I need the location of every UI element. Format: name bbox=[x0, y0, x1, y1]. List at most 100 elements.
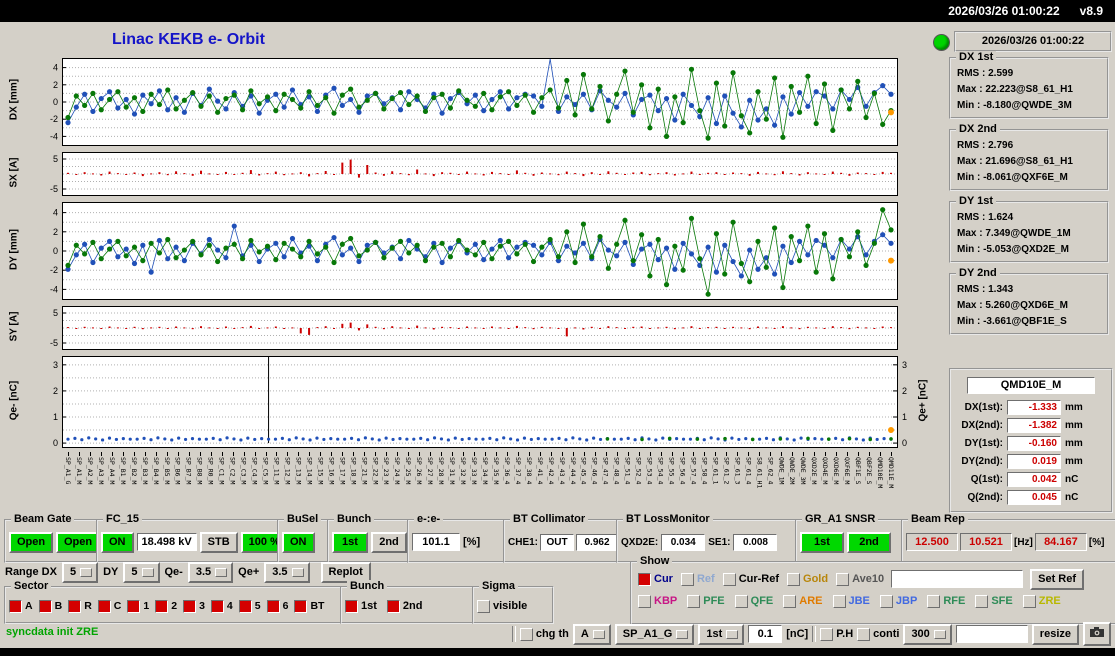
fc15-on-button[interactable]: ON bbox=[101, 532, 134, 553]
checkbox-indicator[interactable] bbox=[98, 600, 111, 613]
show-kbp-checkbox[interactable]: KBP bbox=[638, 595, 677, 608]
show-jbe-checkbox[interactable]: JBE bbox=[833, 595, 870, 608]
x-axis-label: SP_23_M bbox=[382, 452, 390, 484]
busel-on-button[interactable]: ON bbox=[282, 532, 315, 553]
beam-gate-open1-button[interactable]: Open bbox=[9, 532, 53, 553]
range-dx-select[interactable]: 5 bbox=[62, 562, 98, 583]
sector-5-checkbox[interactable]: 5 bbox=[239, 600, 261, 613]
sector-bt-checkbox[interactable]: BT bbox=[294, 600, 324, 613]
bunch-1st-checkbox[interactable]: 1st bbox=[345, 600, 377, 613]
che1-state[interactable]: OUT bbox=[540, 534, 574, 551]
sector-b-checkbox[interactable]: B bbox=[39, 600, 63, 613]
checkbox-indicator[interactable] bbox=[211, 600, 224, 613]
x-axis-label: SP_B7_M bbox=[185, 452, 193, 484]
bunch-2nd-button[interactable]: 2nd bbox=[371, 532, 407, 553]
checkbox-indicator[interactable] bbox=[267, 600, 280, 613]
sector-6-checkbox[interactable]: 6 bbox=[267, 600, 289, 613]
show-sfe-checkbox[interactable]: SFE bbox=[975, 595, 1012, 608]
checkbox-indicator[interactable] bbox=[638, 595, 651, 608]
x-axis-label: SP_16_M bbox=[327, 452, 335, 484]
show-zre-checkbox[interactable]: ZRE bbox=[1023, 595, 1061, 608]
checkbox-indicator[interactable] bbox=[294, 600, 307, 613]
checkbox-indicator[interactable] bbox=[345, 600, 358, 613]
checkbox-indicator[interactable] bbox=[183, 600, 196, 613]
bunch-2nd-checkbox[interactable]: 2nd bbox=[387, 600, 423, 613]
set-ref-input[interactable] bbox=[891, 570, 1023, 588]
checkbox-indicator[interactable] bbox=[783, 595, 796, 608]
resize-button[interactable]: resize bbox=[1032, 624, 1079, 645]
screenshot-button[interactable] bbox=[1083, 622, 1111, 646]
x-axis-label: SP_B4_M bbox=[152, 452, 160, 484]
fc15-stb-button[interactable]: STB bbox=[200, 532, 238, 553]
sector-a-checkbox[interactable]: A bbox=[9, 600, 33, 613]
checkbox-indicator[interactable] bbox=[155, 600, 168, 613]
checkbox-indicator[interactable] bbox=[833, 595, 846, 608]
beam-rep-hz-unit: [Hz] bbox=[1014, 537, 1033, 548]
checkbox-indicator[interactable] bbox=[857, 628, 870, 641]
range-dy-select[interactable]: 5 bbox=[123, 562, 159, 583]
checkbox-indicator[interactable] bbox=[9, 600, 22, 613]
show-cur-checkbox[interactable]: Cur bbox=[638, 573, 673, 586]
bt-lossmonitor-label: BT LossMonitor bbox=[623, 513, 713, 525]
chg-th-checkbox[interactable]: chg th bbox=[520, 628, 569, 641]
show-pfe-checkbox[interactable]: PFE bbox=[687, 595, 724, 608]
aux-entry[interactable] bbox=[956, 625, 1028, 643]
conti-checkbox[interactable]: conti bbox=[857, 628, 899, 641]
checkbox-indicator[interactable] bbox=[836, 573, 849, 586]
show-rfe-checkbox[interactable]: RFE bbox=[927, 595, 965, 608]
x-axis-label: SP_47_4 bbox=[602, 452, 610, 484]
checkbox-indicator[interactable] bbox=[787, 573, 800, 586]
show-jbp-checkbox[interactable]: JBP bbox=[880, 595, 917, 608]
checkbox-indicator[interactable] bbox=[638, 573, 651, 586]
sector-select[interactable]: A bbox=[573, 624, 611, 645]
checkbox-indicator[interactable] bbox=[1023, 595, 1036, 608]
checkbox-indicator[interactable] bbox=[735, 595, 748, 608]
show-ref-checkbox[interactable]: Ref bbox=[681, 573, 715, 586]
checkbox-indicator[interactable] bbox=[687, 595, 700, 608]
checkbox-indicator[interactable] bbox=[477, 600, 490, 613]
x-axis-label: QMD10E_M bbox=[876, 452, 884, 488]
page-title: Linac KEKB e- Orbit bbox=[112, 31, 265, 49]
set-ref-button[interactable]: Set Ref bbox=[1030, 569, 1084, 590]
show-are-checkbox[interactable]: ARE bbox=[783, 595, 822, 608]
svg-text:0: 0 bbox=[902, 438, 907, 448]
range-qem-select[interactable]: 3.5 bbox=[188, 562, 233, 583]
sector-1-checkbox[interactable]: 1 bbox=[127, 600, 149, 613]
gr-2nd-button[interactable]: 2nd bbox=[847, 532, 891, 553]
checkbox-indicator[interactable] bbox=[68, 600, 81, 613]
ph-checkbox[interactable]: P.H bbox=[820, 628, 853, 641]
sector-4-checkbox[interactable]: 4 bbox=[211, 600, 233, 613]
gr-1st-button[interactable]: 1st bbox=[800, 532, 844, 553]
range-qep-select[interactable]: 3.5 bbox=[264, 562, 309, 583]
x-axis-label: SP_A2_M bbox=[86, 452, 94, 484]
checkbox-indicator[interactable] bbox=[239, 600, 252, 613]
checkbox-indicator[interactable] bbox=[927, 595, 940, 608]
bunch-order-select[interactable]: 1st bbox=[698, 624, 744, 645]
bt-collimator-panel: BT Collimator CHE1: OUT 0.962 bbox=[503, 519, 623, 563]
sigma-visible-checkbox[interactable]: visible bbox=[477, 600, 527, 613]
interval-select[interactable]: 300 bbox=[903, 624, 951, 645]
checkbox-indicator[interactable] bbox=[820, 628, 833, 641]
checkbox-indicator[interactable] bbox=[681, 573, 694, 586]
sector-2-checkbox[interactable]: 2 bbox=[155, 600, 177, 613]
show-ave10-checkbox[interactable]: Ave10 bbox=[836, 573, 884, 586]
checkbox-indicator[interactable] bbox=[880, 595, 893, 608]
bunch-1st-button[interactable]: 1st bbox=[332, 532, 368, 553]
svg-text:1: 1 bbox=[902, 412, 907, 422]
checkbox-indicator[interactable] bbox=[127, 600, 140, 613]
checkbox-indicator[interactable] bbox=[975, 595, 988, 608]
sector-c-checkbox[interactable]: C bbox=[98, 600, 122, 613]
show-gold-checkbox[interactable]: Gold bbox=[787, 573, 828, 586]
sector-r-checkbox[interactable]: R bbox=[68, 600, 92, 613]
checkbox-indicator[interactable] bbox=[387, 600, 400, 613]
threshold-input[interactable]: 0.1 bbox=[748, 625, 782, 643]
bpm-select[interactable]: SP_A1_G bbox=[615, 624, 695, 645]
beam-gate-open2-button[interactable]: Open bbox=[56, 532, 100, 553]
checkbox-indicator[interactable] bbox=[520, 628, 533, 641]
show-qfe-checkbox[interactable]: QFE bbox=[735, 595, 774, 608]
checkbox-indicator[interactable] bbox=[39, 600, 52, 613]
show-cur-ref-checkbox[interactable]: Cur-Ref bbox=[723, 573, 779, 586]
checkbox-indicator[interactable] bbox=[723, 573, 736, 586]
svg-text:2: 2 bbox=[902, 386, 907, 396]
sector-3-checkbox[interactable]: 3 bbox=[183, 600, 205, 613]
